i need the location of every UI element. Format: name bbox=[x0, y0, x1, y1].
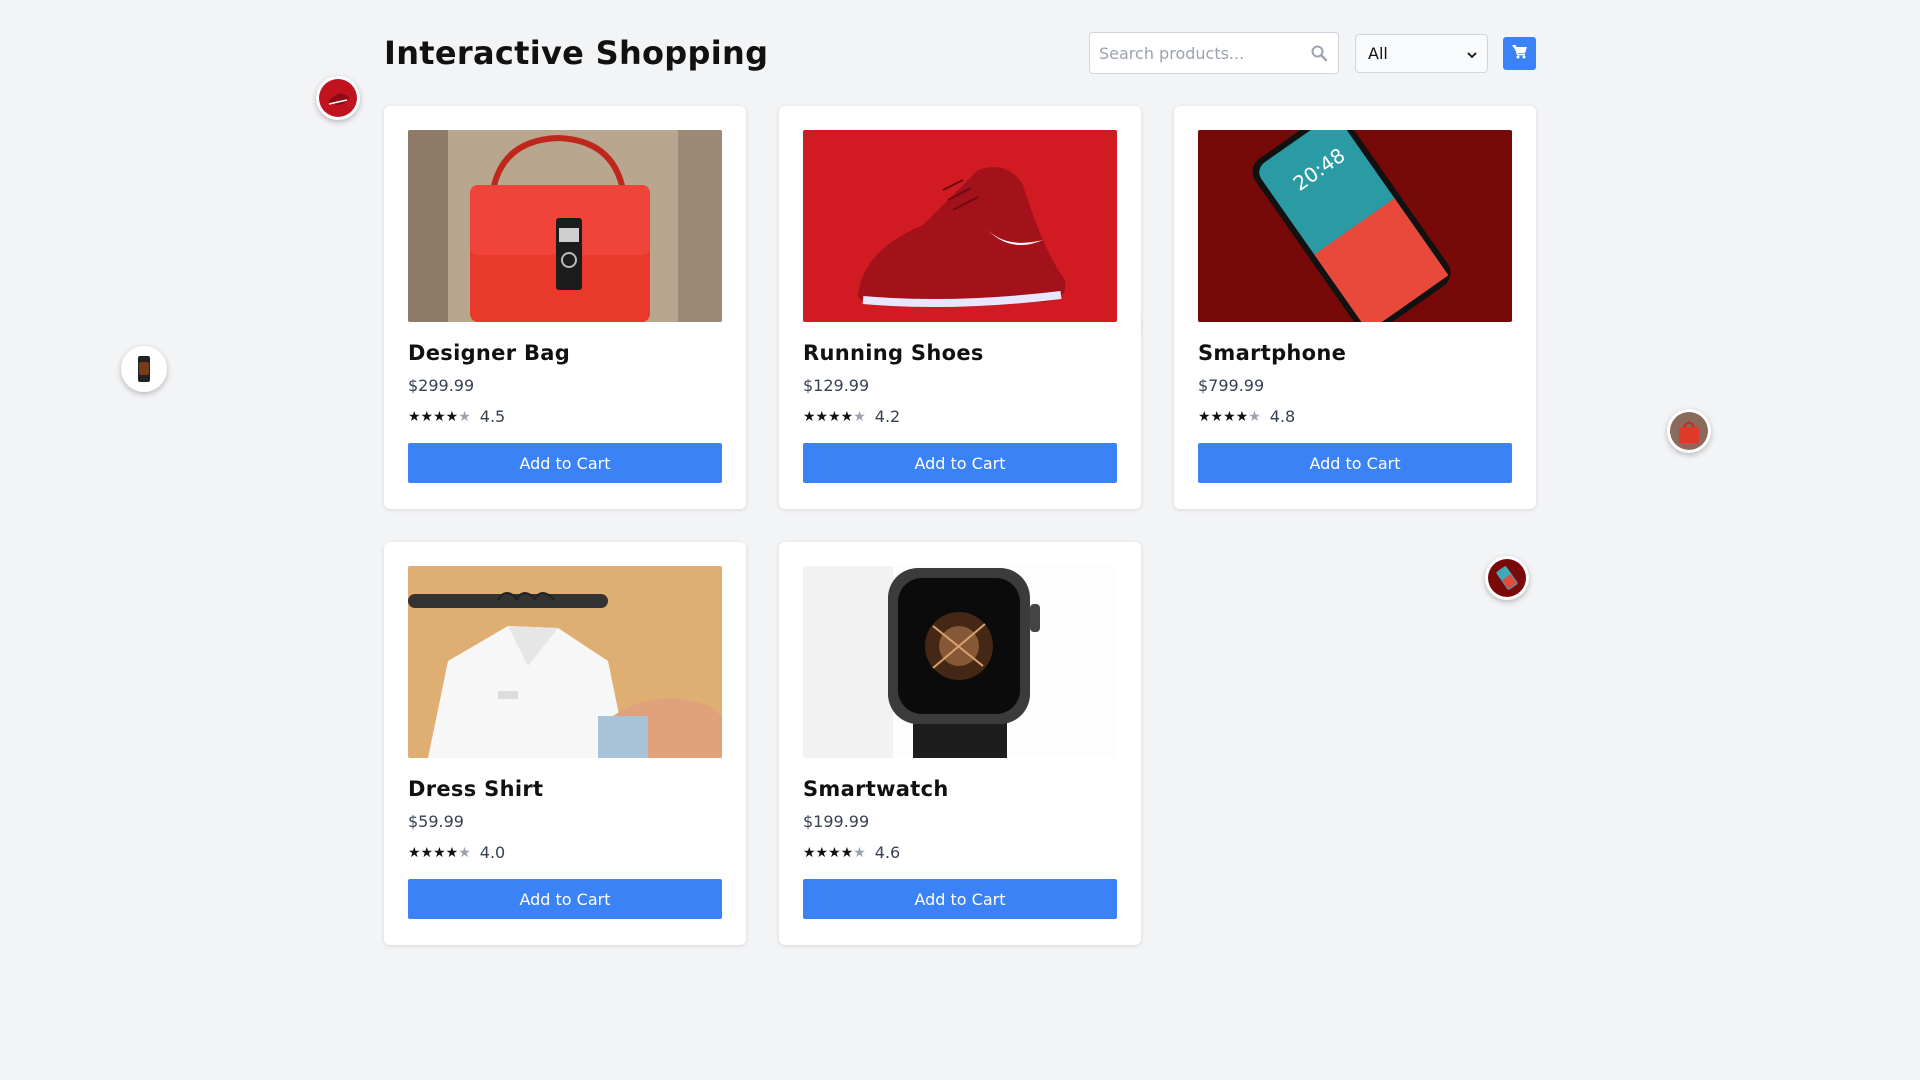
product-image-smartphone[interactable]: 20:48 bbox=[1198, 130, 1512, 322]
product-card: Designer Bag $299.99 ★★★★★ 4.5 Add to Ca… bbox=[384, 106, 746, 509]
product-price: $129.99 bbox=[803, 376, 870, 395]
star-rating-icon: ★★★★★ bbox=[1198, 408, 1261, 425]
star-rating-icon: ★★★★★ bbox=[803, 844, 866, 861]
product-rating: ★★★★★ 4.6 bbox=[803, 843, 1117, 862]
floating-bag-bubble bbox=[1667, 409, 1711, 453]
rating-value: 4.0 bbox=[479, 843, 506, 862]
add-to-cart-button[interactable]: Add to Cart bbox=[408, 443, 722, 483]
rating-value: 4.8 bbox=[1269, 407, 1296, 426]
category-filter-value: All bbox=[1368, 43, 1388, 63]
star-rating-icon: ★★★★★ bbox=[408, 408, 471, 425]
product-image-bag[interactable] bbox=[408, 130, 722, 322]
rating-value: 4.6 bbox=[874, 843, 901, 862]
product-card: Dress Shirt $59.99 ★★★★★ 4.0 Add to Cart bbox=[384, 542, 746, 945]
add-to-cart-button[interactable]: Add to Cart bbox=[803, 879, 1117, 919]
product-price: $799.99 bbox=[1198, 376, 1265, 395]
product-name: Running Shoes bbox=[803, 341, 984, 365]
rating-value: 4.5 bbox=[479, 407, 506, 426]
floating-shoe-bubble bbox=[316, 76, 360, 120]
page-container: Interactive Shopping All bbox=[384, 0, 1536, 945]
floating-watch-bubble bbox=[121, 346, 167, 392]
product-image-shirt[interactable] bbox=[408, 566, 722, 758]
shopping-cart-icon bbox=[1511, 44, 1528, 63]
star-rating-icon: ★★★★★ bbox=[803, 408, 866, 425]
product-price: $59.99 bbox=[408, 812, 464, 831]
header: Interactive Shopping All bbox=[384, 0, 1536, 106]
product-rating: ★★★★★ 4.8 bbox=[1198, 407, 1512, 426]
rating-value: 4.2 bbox=[874, 407, 901, 426]
product-card: Running Shoes $129.99 ★★★★★ 4.2 Add to C… bbox=[779, 106, 1141, 509]
add-to-cart-button[interactable]: Add to Cart bbox=[408, 879, 722, 919]
product-image-shoes[interactable] bbox=[803, 130, 1117, 322]
product-rating: ★★★★★ 4.2 bbox=[803, 407, 1117, 426]
watch-icon bbox=[125, 350, 163, 388]
product-name: Designer Bag bbox=[408, 341, 571, 365]
cart-button[interactable] bbox=[1503, 36, 1536, 70]
search-icon[interactable] bbox=[1310, 44, 1328, 62]
category-filter-select[interactable]: All bbox=[1355, 33, 1488, 73]
bag-icon bbox=[1670, 412, 1708, 450]
header-controls: All bbox=[1089, 32, 1536, 74]
product-name: Dress Shirt bbox=[408, 777, 544, 801]
page-title: Interactive Shopping bbox=[384, 34, 769, 72]
product-card: Smartwatch $199.99 ★★★★★ 4.6 Add to Cart bbox=[779, 542, 1141, 945]
add-to-cart-button[interactable]: Add to Cart bbox=[803, 443, 1117, 483]
product-rating: ★★★★★ 4.0 bbox=[408, 843, 722, 862]
product-card: 20:48 Smartphone $799.99 ★★★★★ 4.8 Add t… bbox=[1174, 106, 1536, 509]
product-price: $299.99 bbox=[408, 376, 475, 395]
search-input[interactable] bbox=[1099, 43, 1329, 63]
shoe-icon bbox=[319, 79, 357, 117]
product-grid: Designer Bag $299.99 ★★★★★ 4.5 Add to Ca… bbox=[384, 106, 1536, 945]
add-to-cart-button[interactable]: Add to Cart bbox=[1198, 443, 1512, 483]
chevron-down-icon bbox=[1467, 44, 1477, 63]
product-rating: ★★★★★ 4.5 bbox=[408, 407, 722, 426]
product-image-smartwatch[interactable] bbox=[803, 566, 1117, 758]
product-price: $199.99 bbox=[803, 812, 870, 831]
star-rating-icon: ★★★★★ bbox=[408, 844, 471, 861]
product-name: Smartphone bbox=[1198, 341, 1347, 365]
product-name: Smartwatch bbox=[803, 777, 949, 801]
search-box bbox=[1089, 32, 1339, 74]
